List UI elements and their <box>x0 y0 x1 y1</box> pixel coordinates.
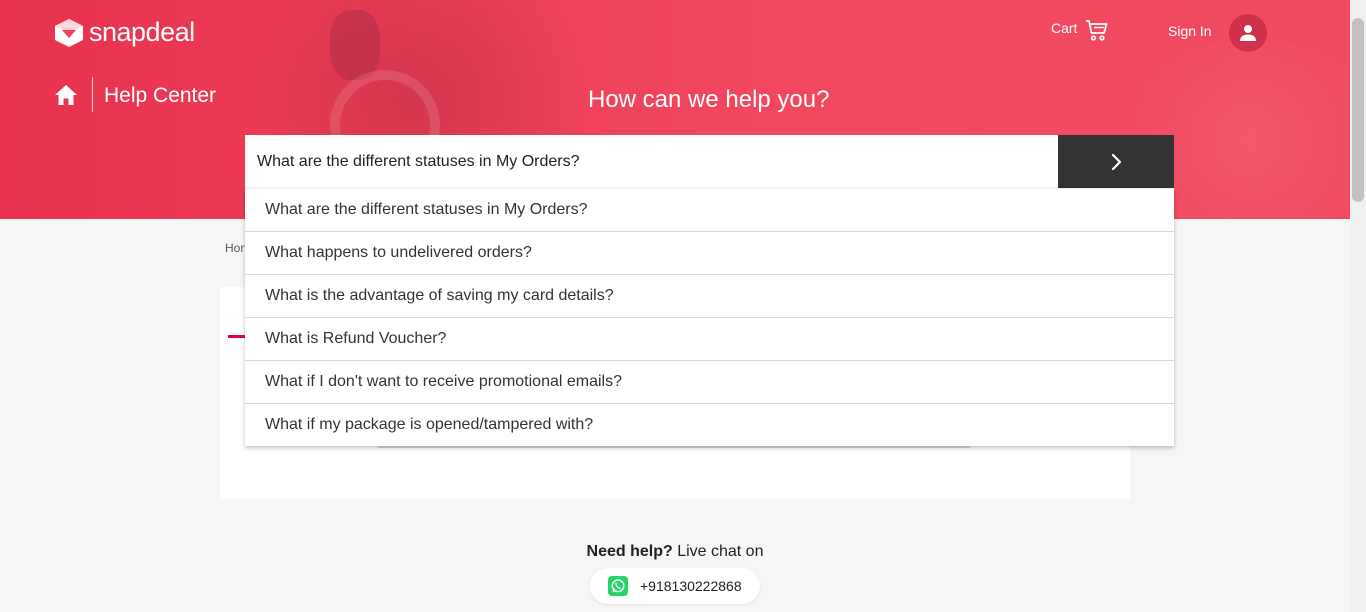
suggestion-item[interactable]: What is Refund Voucher? <box>245 317 1174 360</box>
chevron-right-icon <box>1111 153 1122 170</box>
need-help-rest: Live chat on <box>672 543 764 560</box>
breadcrumb[interactable]: Hon <box>225 241 247 255</box>
need-help-bold: Need help? <box>586 543 673 560</box>
scrollbar-thumb[interactable] <box>1352 18 1364 202</box>
search-suggestions-dropdown: What are the different statuses in My Or… <box>245 188 1174 446</box>
whatsapp-phone-number: +918130222868 <box>640 578 742 594</box>
snapdeal-logo-icon <box>55 18 83 47</box>
suggestion-item[interactable]: What happens to undelivered orders? <box>245 231 1174 274</box>
user-icon <box>1240 25 1256 41</box>
snapdeal-logo[interactable]: snapdeal <box>53 17 195 48</box>
hero-title: How can we help you? <box>588 86 830 113</box>
home-icon <box>55 85 77 105</box>
hero-photo-shade <box>330 10 380 80</box>
brand-name: snapdeal <box>89 17 195 47</box>
header-divider <box>92 77 93 112</box>
whatsapp-icon <box>608 576 628 596</box>
search-bar <box>245 135 1174 188</box>
cart-button[interactable]: Cart <box>1051 18 1109 42</box>
suggestion-item[interactable]: What if I don't want to receive promotio… <box>245 360 1174 403</box>
help-search-input[interactable] <box>245 135 1058 188</box>
suggestion-item[interactable]: What are the different statuses in My Or… <box>245 188 1174 231</box>
suggestion-item[interactable]: What is the advantage of saving my card … <box>245 274 1174 317</box>
user-avatar-button[interactable] <box>1229 14 1267 52</box>
whatsapp-chat-button[interactable]: +918130222868 <box>590 568 760 604</box>
search-submit-button[interactable] <box>1058 135 1174 188</box>
cart-icon <box>1086 20 1108 41</box>
need-help-text: Need help? Live chat on <box>0 543 1350 561</box>
card-divider <box>378 446 970 448</box>
cart-label: Cart <box>1051 20 1078 36</box>
suggestion-item[interactable]: What if my package is opened/tampered wi… <box>245 403 1174 446</box>
help-center-title: Help Center <box>104 84 217 107</box>
sign-in-link[interactable]: Sign In <box>1168 23 1212 39</box>
